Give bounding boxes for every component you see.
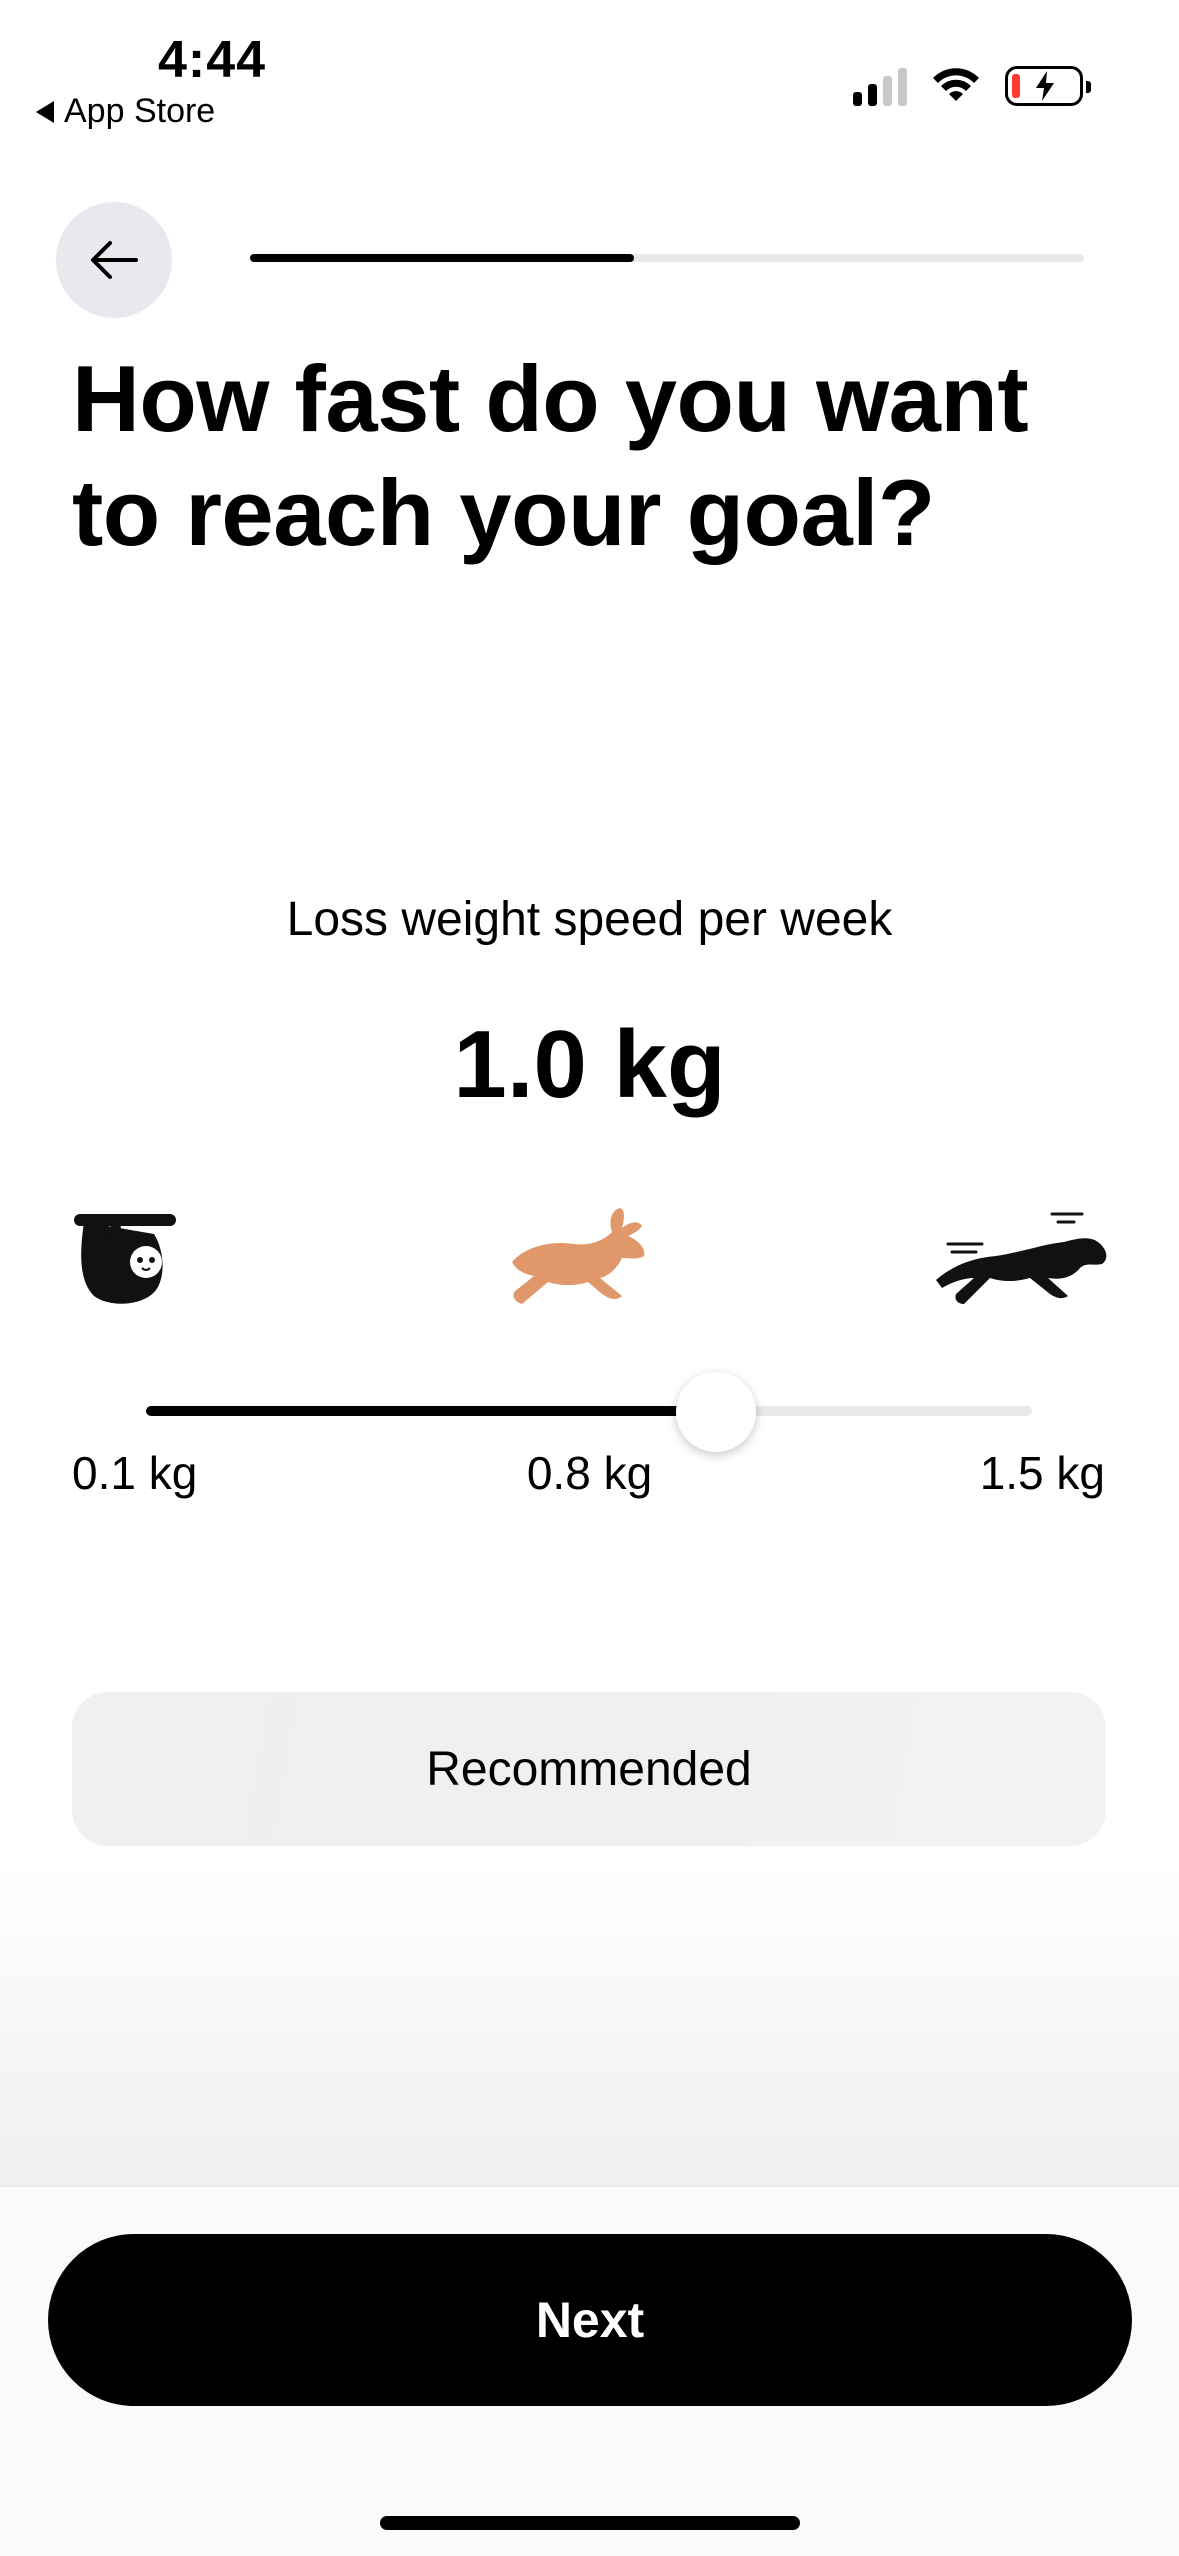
- arrow-left-icon: [91, 241, 138, 279]
- bottom-fade: [0, 1860, 1179, 2185]
- page-title: How fast do you want to reach your goal?: [72, 346, 1029, 565]
- battery-icon: [1005, 66, 1091, 106]
- status-time: 4:44: [158, 31, 267, 89]
- panther-icon: [936, 1212, 1107, 1304]
- screen: 4:44 App Store How fast do you want to r…: [0, 0, 1179, 2556]
- slider-fill: [146, 1406, 716, 1416]
- battery-nub: [1086, 81, 1091, 93]
- charging-bolt-icon: [1036, 71, 1054, 101]
- back-to-app-store-link[interactable]: App Store: [36, 92, 215, 131]
- speed-subtitle: Loss weight speed per week: [286, 893, 893, 946]
- rabbit-icon: [512, 1208, 645, 1304]
- cellular-signal-icon: [853, 66, 907, 106]
- onboarding-progress-bar: [250, 254, 1084, 262]
- recommended-badge: Recommended: [72, 1692, 1106, 1846]
- status-icons: [853, 66, 1091, 106]
- onboarding-progress-fill: [250, 254, 634, 262]
- back-triangle-icon: [36, 100, 54, 123]
- wifi-icon: [933, 68, 979, 101]
- slider-thumb[interactable]: [675, 1372, 756, 1452]
- back-app-label: App Store: [64, 92, 216, 130]
- selected-speed-value: 1.0 kg: [453, 1011, 726, 1118]
- home-indicator: [380, 2516, 800, 2530]
- next-button[interactable]: Next: [48, 2234, 1132, 2406]
- slider-max-label: 1.5 kg: [979, 1447, 1105, 1499]
- back-button[interactable]: [56, 202, 172, 318]
- sloth-icon: [74, 1214, 176, 1304]
- speed-slider[interactable]: [146, 1370, 1032, 1452]
- recommended-label: Recommended: [426, 1742, 752, 1796]
- battery-level: [1012, 74, 1020, 98]
